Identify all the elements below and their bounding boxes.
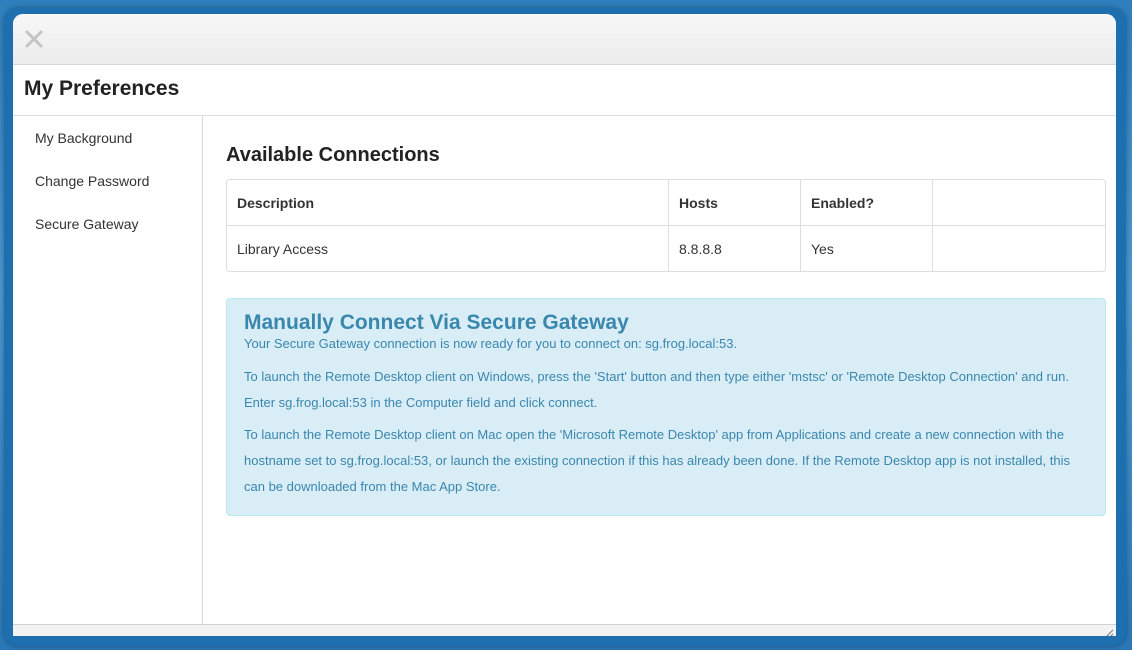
sidebar-item-my-background[interactable]: My Background xyxy=(35,130,132,146)
cell-hosts: 8.8.8.8 xyxy=(668,225,801,271)
dialog-titlebar xyxy=(13,14,1116,65)
resize-grip-icon[interactable] xyxy=(1104,626,1114,636)
cell-actions xyxy=(933,226,1106,272)
column-header-enabled: Enabled? xyxy=(800,180,933,226)
sidebar-item-change-password[interactable]: Change Password xyxy=(35,173,149,189)
info-lead: Your Secure Gateway connection is now re… xyxy=(244,336,738,351)
info-mac-instructions: To launch the Remote Desktop client on M… xyxy=(244,427,1070,494)
column-header-description: Description xyxy=(227,180,669,226)
sidebar: My Background Change Password Secure Gat… xyxy=(13,116,203,624)
column-header-hosts: Hosts xyxy=(668,180,801,226)
table-row[interactable]: Library Access 8.8.8.8 Yes xyxy=(227,225,1106,272)
column-header-actions xyxy=(933,180,1106,226)
main-content: Available Connections Description Hosts … xyxy=(203,116,1116,624)
secure-gateway-info-box: Manually Connect Via Secure Gateway Your… xyxy=(226,298,1106,516)
dialog-header: My Preferences xyxy=(13,65,1116,116)
section-title: Available Connections xyxy=(226,144,440,166)
cell-description: Library Access xyxy=(227,225,669,271)
info-windows-instructions: To launch the Remote Desktop client on W… xyxy=(244,369,1069,410)
page-title: My Preferences xyxy=(24,77,180,100)
sidebar-item-secure-gateway[interactable]: Secure Gateway xyxy=(35,216,139,232)
preferences-dialog: My Preferences My Background Change Pass… xyxy=(13,14,1116,636)
info-title: Manually Connect Via Secure Gateway xyxy=(244,311,629,334)
dialog-statusbar xyxy=(13,624,1116,636)
connections-table: Description Hosts Enabled? Library Acces… xyxy=(226,179,1106,272)
cell-enabled: Yes xyxy=(800,225,933,271)
table-header-row: Description Hosts Enabled? xyxy=(227,180,1105,226)
close-icon[interactable] xyxy=(24,29,44,49)
